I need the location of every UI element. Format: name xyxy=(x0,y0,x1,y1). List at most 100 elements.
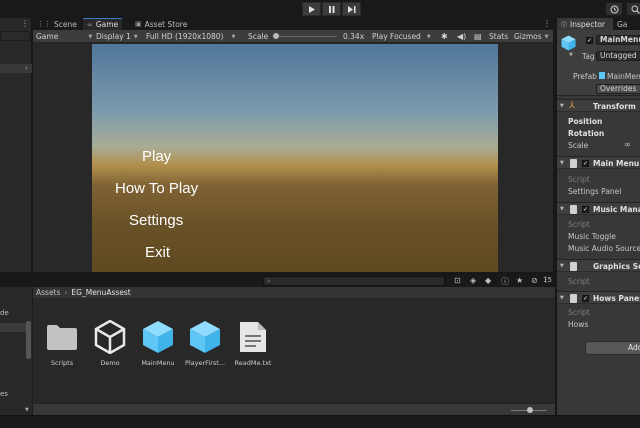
tab-asset-store[interactable]: ▣ Asset Store xyxy=(131,18,191,30)
inspector-tabbar: ⓘ Inspector Ga xyxy=(557,18,640,30)
object-name-field[interactable]: MainMenu xyxy=(596,35,640,45)
status-bar xyxy=(0,415,640,428)
game-viewport[interactable]: Play How To Play Settings Exit xyxy=(92,44,498,272)
field-label: Script xyxy=(568,277,590,286)
hierarchy-panel: ⋮ › xyxy=(0,18,32,272)
component-header[interactable]: ▼ Graphics Set xyxy=(557,259,640,272)
chevron-down-icon: ▼ xyxy=(560,103,564,109)
component-header[interactable]: ▼ ✓ Hows Panel ( xyxy=(557,291,640,304)
play-mode-dropdown[interactable]: Play Focused ▼ xyxy=(372,30,431,43)
active-checkbox[interactable]: ✓ xyxy=(586,37,593,44)
scale-slider-handle[interactable] xyxy=(273,33,279,39)
prefab-cube-icon xyxy=(561,35,576,53)
field-label: Hows xyxy=(568,320,589,329)
thumbnail-size-handle[interactable] xyxy=(527,407,533,413)
search-button[interactable] xyxy=(626,2,640,16)
transform-field-label: Scale xyxy=(568,141,589,150)
component-enabled-checkbox[interactable]: ✓ xyxy=(582,160,589,167)
history-icon xyxy=(610,5,618,13)
prefab-asset-name[interactable]: MainMen xyxy=(607,72,640,81)
scale-label: Scale xyxy=(248,32,269,41)
asset-store-icon: ▣ xyxy=(135,20,142,28)
chevron-down-icon: ▼ xyxy=(560,295,564,301)
keyboard-icon[interactable]: ▤ xyxy=(474,30,482,43)
chevron-right-icon[interactable]: › xyxy=(25,64,28,72)
add-component-button[interactable]: Add xyxy=(585,341,640,355)
step-icon xyxy=(347,5,355,13)
breadcrumb-item[interactable]: Assets xyxy=(36,288,60,297)
save-search-icon[interactable]: ◆ xyxy=(485,276,491,285)
search-by-label-icon[interactable]: ◈ xyxy=(470,276,476,285)
menu-exit[interactable]: Exit xyxy=(145,244,170,261)
asset-label: Scripts xyxy=(50,359,74,367)
component-header[interactable]: ▼ ✓ Main Menu (S xyxy=(557,156,640,169)
component-title: Hows Panel ( xyxy=(593,294,640,303)
tab-label: Game xyxy=(95,20,119,29)
resolution-dropdown[interactable]: Full HD (1920x1080) ▼ xyxy=(146,30,235,43)
asset-item[interactable]: ReadMe.txt xyxy=(225,320,281,367)
project-folder-tree: de es ▼ xyxy=(0,287,33,416)
chevron-down-icon: ▼ xyxy=(231,33,236,40)
history-button[interactable] xyxy=(605,2,623,16)
scale-slider-track[interactable] xyxy=(273,36,337,37)
info-icon[interactable]: ⓘ xyxy=(501,276,509,287)
search-icon: ⌕ xyxy=(267,277,271,285)
transform-field-label: Position xyxy=(568,117,603,126)
tab-label: Asset Store xyxy=(144,19,188,29)
play-button[interactable] xyxy=(302,2,321,16)
menu-play[interactable]: Play xyxy=(142,148,171,165)
chevron-down-icon: ▼ xyxy=(560,206,564,212)
tag-label: Tag xyxy=(582,52,595,61)
game-mode-value: Game xyxy=(36,32,59,41)
game-mode-dropdown[interactable]: Game ▼ xyxy=(36,30,92,43)
gizmos-dropdown[interactable]: Gizmos ▼ xyxy=(514,30,549,43)
chevron-down-icon: ▼ xyxy=(544,33,549,40)
folder-tree-item-selected[interactable] xyxy=(0,323,26,332)
menu-settings[interactable]: Settings xyxy=(129,212,183,229)
tag-dropdown[interactable]: Untagged xyxy=(596,51,640,61)
project-search-input[interactable]: ⌕ xyxy=(263,276,445,286)
breadcrumb-item-current[interactable]: EG_MenuAssest xyxy=(71,288,130,297)
transform-header[interactable]: ▼ ⅄ Transform xyxy=(557,99,640,112)
kebab-menu-icon[interactable]: ⋮ xyxy=(21,19,29,28)
stats-button[interactable]: Stats xyxy=(489,30,508,43)
scale-value: 0.34x xyxy=(343,32,365,41)
main-toolbar xyxy=(0,0,640,18)
component-header[interactable]: ▼ ✓ Music Manag xyxy=(557,202,640,215)
view-tabbar: ⋮⋮ Scene ∞ Game ▣ Asset Store ⋮ xyxy=(33,18,553,30)
link-icon[interactable]: ∞ xyxy=(624,140,631,149)
gizmos-label: Gizmos xyxy=(514,32,542,41)
chevron-down-icon[interactable]: ▼ xyxy=(25,407,29,413)
hidden-packages-icon[interactable]: ⊘ xyxy=(531,276,538,285)
folder-tree-scrollbar[interactable] xyxy=(26,321,31,359)
search-icon xyxy=(631,5,640,14)
search-by-type-icon[interactable]: ⊡ xyxy=(454,276,461,285)
tab-inspector[interactable]: ⓘ Inspector xyxy=(557,18,613,30)
field-label: Music Toggle xyxy=(568,232,616,241)
speaker-icon[interactable]: ◀) xyxy=(457,30,466,43)
hierarchy-search-field[interactable] xyxy=(0,31,30,41)
resolution-value: Full HD (1920x1080) xyxy=(146,32,224,41)
script-icon xyxy=(570,205,577,214)
chevron-down-icon: ▼ xyxy=(133,33,138,40)
pause-button[interactable] xyxy=(322,2,341,16)
chevron-down-icon[interactable]: ▼ xyxy=(569,52,573,58)
component-enabled-checkbox[interactable]: ✓ xyxy=(582,206,589,213)
tab-game-object[interactable]: Ga xyxy=(617,18,627,30)
breadcrumb: Assets › EG_MenuAssest xyxy=(33,287,555,299)
folder-tree-item[interactable]: es xyxy=(0,390,8,398)
star-icon[interactable]: ★ xyxy=(516,276,523,285)
bug-icon[interactable]: ✱ xyxy=(441,30,448,43)
tab-label: Scene xyxy=(54,19,77,29)
component-enabled-checkbox[interactable]: ✓ xyxy=(582,295,589,302)
menu-how-to-play[interactable]: How To Play xyxy=(115,180,198,197)
display-dropdown[interactable]: Display 1 ▼ xyxy=(96,30,138,43)
object-header: ▼ ✓ MainMenu Tag Untagged Prefab MainMen… xyxy=(557,30,640,96)
tab-game[interactable]: ∞ Game xyxy=(83,18,123,30)
overrides-dropdown[interactable]: Overrides xyxy=(596,84,640,94)
tab-scene[interactable]: ⋮⋮ Scene xyxy=(33,18,81,30)
step-button[interactable] xyxy=(342,2,361,16)
inspector-panel: ⓘ Inspector Ga ▼ ✓ MainMenu Tag Untagged… xyxy=(556,18,640,415)
folder-tree-item[interactable]: de xyxy=(0,309,9,317)
kebab-menu-icon[interactable]: ⋮ xyxy=(543,19,551,28)
